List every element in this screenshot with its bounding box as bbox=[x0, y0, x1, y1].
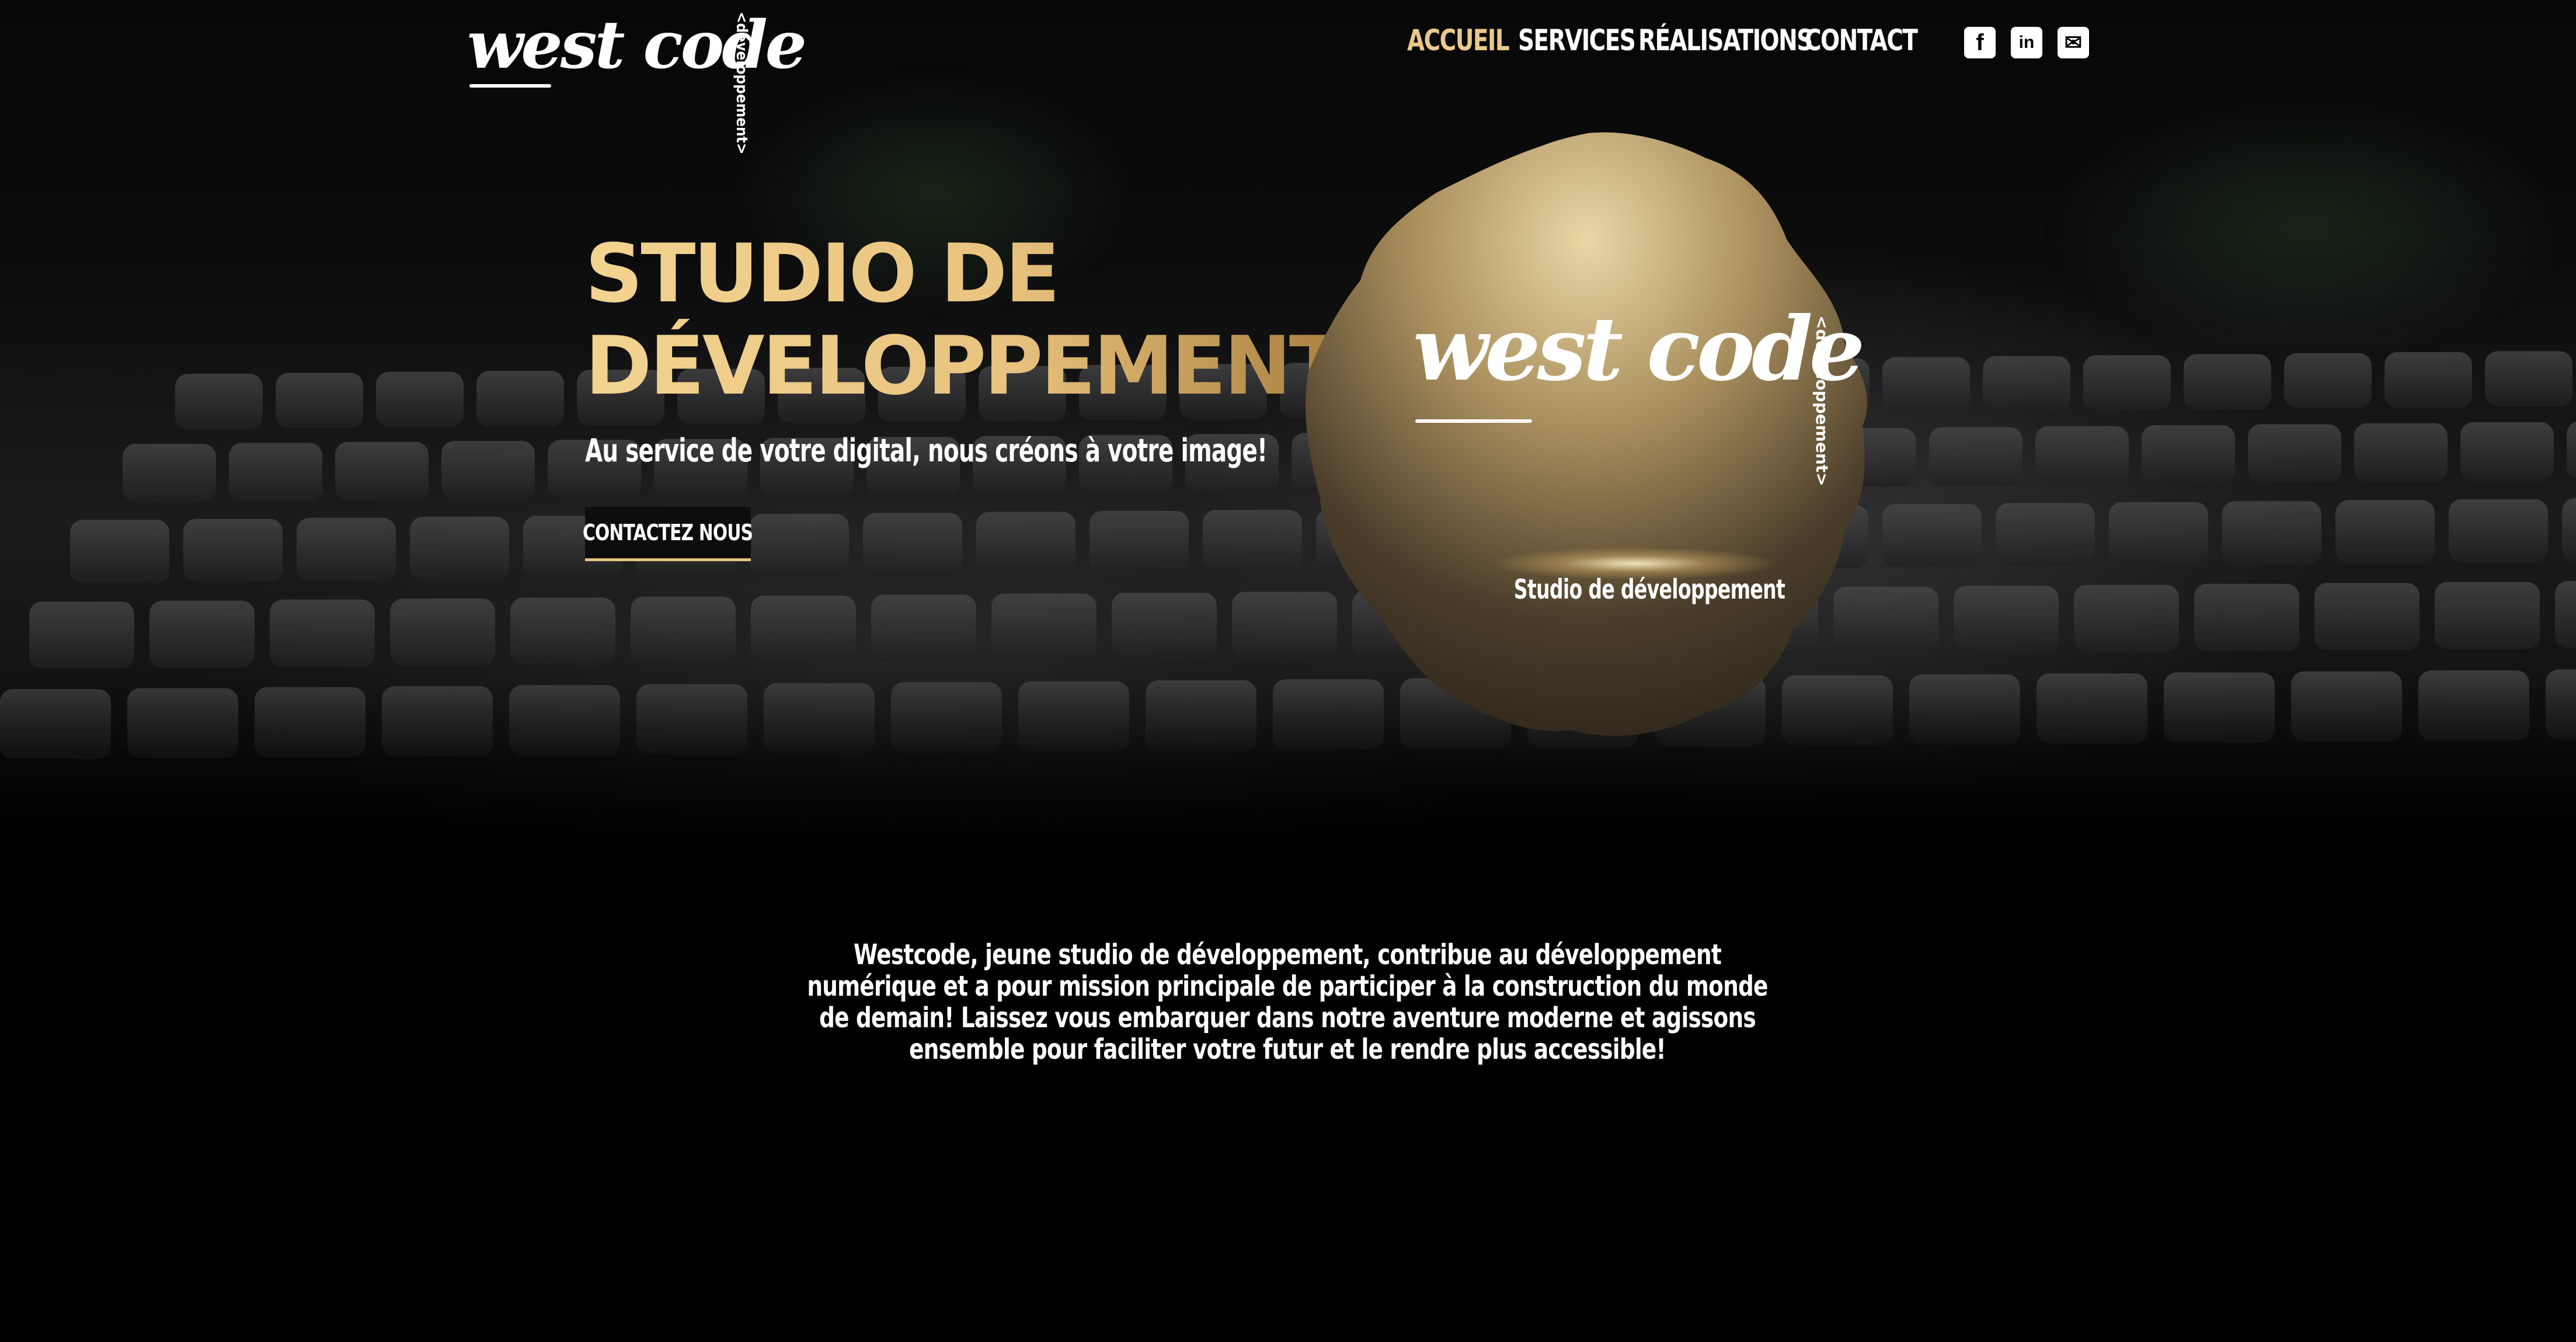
nav-item-services[interactable]: SERVICES bbox=[1518, 23, 1636, 70]
keyboard-key bbox=[2335, 500, 2435, 564]
keyboard-key bbox=[863, 513, 962, 576]
badge-logo: west code bbox=[1413, 298, 1865, 432]
keyboard-key bbox=[149, 600, 255, 668]
social-links: f in ✉ bbox=[1964, 27, 2089, 58]
intro-paragraph: Westcode, jeune studio de développement,… bbox=[794, 939, 1781, 1065]
nav-item-contact[interactable]: CONTACT bbox=[1805, 23, 1918, 70]
keyboard-key bbox=[376, 371, 464, 427]
logo-underline bbox=[469, 84, 551, 88]
contact-us-label: CONTACTEZ NOUS bbox=[583, 520, 753, 545]
keyboard-key bbox=[2384, 352, 2472, 408]
keyboard-key bbox=[2083, 355, 2171, 411]
keyboard-key bbox=[410, 516, 509, 580]
keyboard-key bbox=[2567, 422, 2576, 479]
badge-logo-tag: <développement> bbox=[1812, 315, 1832, 486]
keyboard-key bbox=[2074, 585, 2179, 652]
keyboard-key bbox=[390, 598, 495, 666]
intro-text: Westcode, jeune studio de développement,… bbox=[807, 938, 1768, 1066]
keyboard-key bbox=[991, 593, 1096, 661]
keyboard-key bbox=[1112, 592, 1217, 660]
contact-us-button[interactable]: CONTACTEZ NOUS bbox=[583, 507, 753, 561]
main-nav: ACCUEIL SERVICES RÉALISATIONS CONTACT bbox=[1407, 23, 1918, 70]
keyboard-key bbox=[335, 441, 429, 500]
keyboard-key bbox=[2460, 422, 2554, 481]
keyboard-key bbox=[2248, 424, 2341, 483]
keyboard-key bbox=[2109, 502, 2208, 565]
keyboard-key bbox=[2194, 583, 2299, 651]
site-header: west code <développement> ACCUEIL SERVIC… bbox=[0, 0, 2576, 154]
keyboard-key bbox=[2184, 354, 2271, 410]
keyboard-key bbox=[276, 373, 363, 429]
hero-title-line1: STUDIO DE bbox=[585, 227, 1058, 321]
keyboard-key bbox=[631, 596, 736, 664]
keyboard-key bbox=[976, 512, 1075, 575]
keyboard-key bbox=[175, 374, 263, 429]
keyboard-key bbox=[1089, 510, 1189, 574]
email-glyph: ✉ bbox=[2064, 30, 2083, 54]
keyboard-key bbox=[2435, 582, 2540, 649]
keyboard-key bbox=[123, 444, 216, 502]
keyboard-key bbox=[2562, 498, 2576, 562]
keyboard-key bbox=[2035, 426, 2129, 485]
logo-text: west code bbox=[467, 7, 807, 84]
keyboard-key bbox=[2555, 580, 2576, 648]
logo[interactable]: west code bbox=[467, 7, 807, 95]
badge-logo-text: west code bbox=[1413, 298, 1865, 401]
keyboard-key bbox=[183, 519, 283, 582]
keyboard-key bbox=[29, 602, 134, 669]
hero-title-line2: DÉVELOPPEMENT bbox=[585, 319, 1342, 413]
keyboard-key bbox=[1983, 356, 2070, 412]
keyboard-key bbox=[2314, 583, 2420, 651]
keyboard-key bbox=[1954, 586, 2059, 653]
badge-logo-underline bbox=[1415, 419, 1532, 423]
keyboard-key bbox=[70, 520, 169, 583]
keyboard-key bbox=[751, 595, 856, 663]
nav-item-accueil[interactable]: ACCUEIL bbox=[1407, 23, 1510, 70]
linkedin-glyph: in bbox=[2018, 33, 2035, 52]
linkedin-icon[interactable]: in bbox=[2011, 27, 2042, 58]
page: west code <développement> ACCUEIL SERVIC… bbox=[0, 0, 2576, 1342]
logo-tag: <développement> bbox=[733, 12, 750, 155]
keyboard-key bbox=[1929, 427, 2022, 486]
keyboard-key bbox=[2142, 425, 2235, 484]
keyboard-key bbox=[510, 597, 615, 665]
email-icon[interactable]: ✉ bbox=[2058, 27, 2089, 58]
keyboard-key bbox=[2485, 351, 2572, 407]
keyboard-key bbox=[2222, 501, 2321, 565]
keyboard-key bbox=[871, 594, 976, 662]
keyboard-key bbox=[476, 370, 564, 426]
keyboard-key bbox=[2449, 499, 2548, 562]
nav-item-realisations[interactable]: RÉALISATIONS bbox=[1638, 23, 1813, 70]
hero-title: STUDIO DE DÉVELOPPEMENT bbox=[585, 228, 1344, 412]
keyboard-key bbox=[1996, 503, 2095, 566]
facebook-glyph: f bbox=[1976, 30, 1984, 55]
keyboard-key bbox=[229, 443, 322, 502]
keyboard-key bbox=[297, 517, 396, 581]
hero-subtitle: Au service de votre digital, nous créons… bbox=[585, 432, 1268, 469]
facebook-icon[interactable]: f bbox=[1964, 27, 1996, 58]
keyboard-key bbox=[2284, 353, 2372, 409]
keyboard-key bbox=[750, 513, 849, 577]
keyboard-key bbox=[2354, 423, 2448, 482]
keyboard-key bbox=[441, 440, 535, 499]
keyboard-key bbox=[270, 599, 375, 667]
badge-caption: Studio de développement bbox=[1513, 573, 1785, 605]
